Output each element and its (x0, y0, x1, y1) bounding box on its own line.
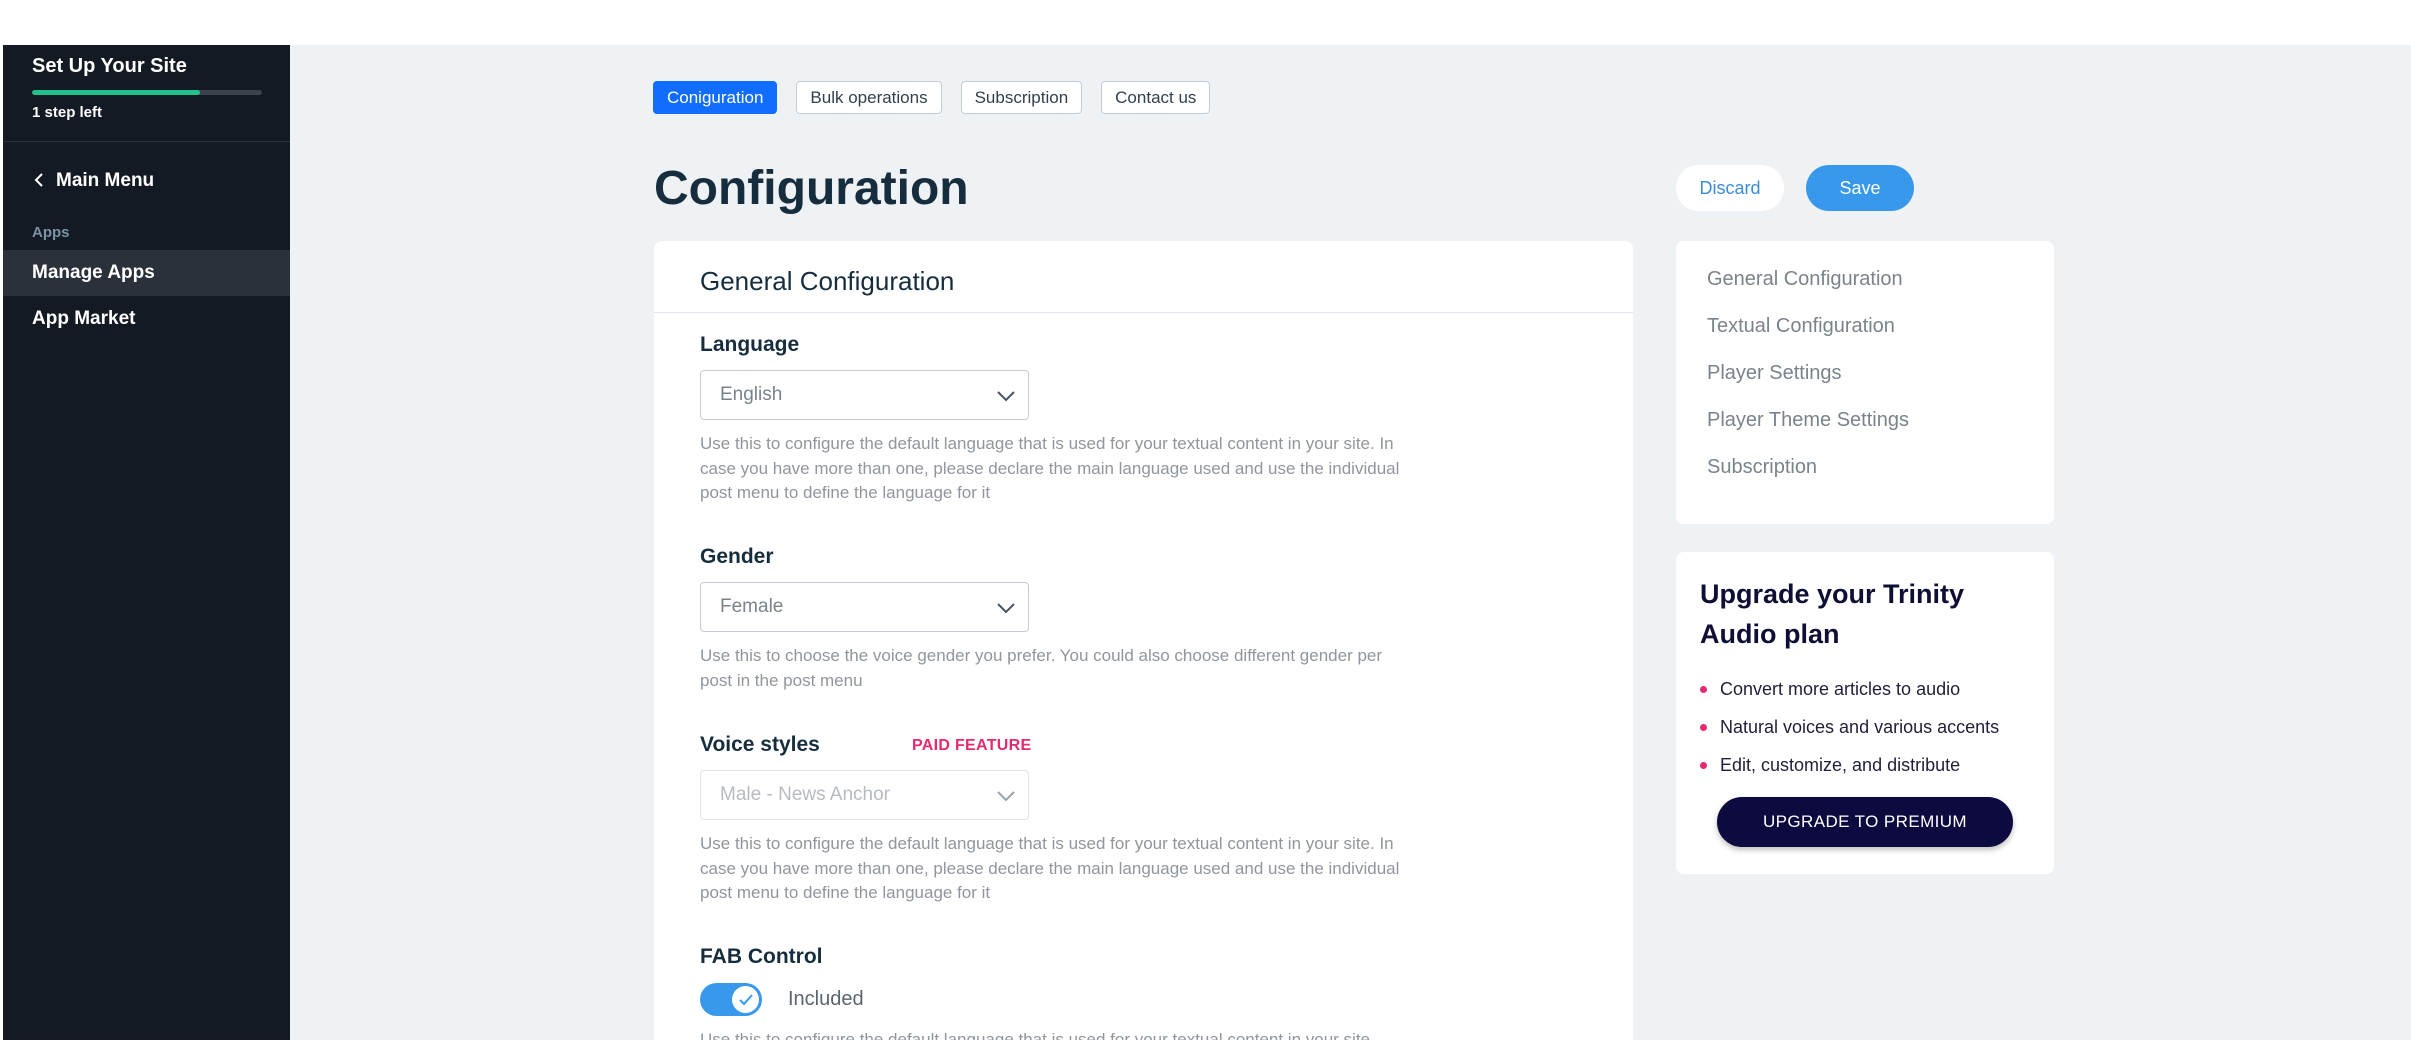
voice-styles-value: Male - News Anchor (720, 784, 891, 805)
chevron-left-icon (34, 171, 44, 192)
setup-progress-bar (32, 90, 262, 95)
gender-help: Use this to choose the voice gender you … (700, 646, 1383, 690)
top-bar (0, 0, 2411, 45)
bullet-icon (1700, 685, 1707, 693)
tab-contact-us[interactable]: Contact us (1101, 81, 1211, 114)
promo-bullet-text: Edit, customize, and distribute (1720, 754, 1961, 775)
chevron-down-icon (997, 791, 1015, 802)
discard-button[interactable]: Discard (1676, 165, 1784, 211)
tab-configuration[interactable]: Coniguration (653, 81, 778, 114)
language-help: Use this to configure the default langua… (700, 434, 1400, 502)
promo-bullet-item: Edit, customize, and distribute (1700, 746, 2054, 784)
section-link-general-configuration[interactable]: General Configuration (1707, 268, 2054, 315)
setup-progress-fill (32, 90, 200, 95)
setup-title: Set Up Your Site (32, 55, 187, 77)
fab-toggle[interactable] (700, 983, 762, 1016)
section-nav: General Configuration Textual Configurat… (1676, 241, 2054, 524)
gender-value: Female (720, 596, 784, 617)
toggle-knob (732, 986, 759, 1013)
steps-left-text: 1 step left (32, 104, 103, 121)
promo-bullet-text: Convert more articles to audio (1720, 678, 1961, 699)
voice-styles-label: Voice styles (700, 733, 820, 756)
fab-help: Use this to configure the default langua… (700, 1030, 1375, 1040)
fab-control-field: FAB Control Included Use this to configu… (700, 945, 1400, 1040)
bullet-icon (1700, 761, 1707, 769)
sidebar: Set Up Your Site 1 step left Main Menu A… (3, 45, 290, 1040)
voice-styles-select[interactable]: Male - News Anchor (700, 770, 1029, 820)
main-menu-label: Main Menu (56, 170, 155, 191)
section-link-subscription[interactable]: Subscription (1707, 456, 2054, 503)
fab-toggle-row: Included (700, 983, 1400, 1016)
upgrade-promo-card: Upgrade your Trinity Audio plan Convert … (1676, 552, 2054, 874)
check-icon (738, 993, 753, 1005)
main-menu-link[interactable]: Main Menu (3, 158, 290, 204)
gender-field: Gender Female Use this to choose the voi… (700, 545, 1400, 693)
voice-styles-help: Use this to configure the default langua… (700, 834, 1400, 902)
tab-bulk-operations[interactable]: Bulk operations (796, 81, 942, 114)
sidebar-item-manage-apps[interactable]: Manage Apps (3, 250, 290, 296)
paid-feature-badge: PAID FEATURE (912, 737, 1032, 754)
bullet-icon (1700, 723, 1707, 731)
gender-label: Gender (700, 545, 774, 568)
sidebar-item-app-market[interactable]: App Market (3, 296, 290, 342)
card-header: General Configuration (654, 241, 1633, 313)
promo-bullet-text: Natural voices and various accents (1720, 716, 2000, 737)
language-select[interactable]: English (700, 370, 1029, 420)
fab-toggle-label: Included (788, 988, 864, 1010)
setup-panel[interactable]: Set Up Your Site 1 step left (3, 45, 290, 142)
chevron-down-icon (997, 391, 1015, 402)
language-label: Language (700, 333, 800, 356)
upgrade-to-premium-button[interactable]: UPGRADE TO PREMIUM (1717, 797, 2013, 847)
promo-list: Convert more articles to audio Natural v… (1700, 670, 2054, 784)
section-link-player-settings[interactable]: Player Settings (1707, 362, 2054, 409)
tab-bar: Coniguration Bulk operations Subscriptio… (653, 81, 1211, 114)
fab-control-label: FAB Control (700, 945, 823, 968)
section-link-player-theme-settings[interactable]: Player Theme Settings (1707, 409, 2054, 456)
section-link-textual-configuration[interactable]: Textual Configuration (1707, 315, 2054, 362)
tab-subscription[interactable]: Subscription (960, 81, 1083, 114)
voice-styles-field: Voice styles PAID FEATURE Male - News An… (700, 733, 1400, 906)
promo-bullet-item: Convert more articles to audio (1700, 670, 2054, 708)
language-value: English (720, 384, 783, 405)
promo-bullet-item: Natural voices and various accents (1700, 708, 2054, 746)
promo-title: Upgrade your Trinity Audio plan (1700, 579, 1965, 649)
save-button[interactable]: Save (1806, 165, 1914, 211)
chevron-down-icon (997, 603, 1015, 614)
section-label-apps: Apps (32, 224, 70, 241)
main-content: Coniguration Bulk operations Subscriptio… (290, 45, 2411, 1040)
page-title: Configuration (654, 162, 969, 215)
gender-select[interactable]: Female (700, 582, 1029, 632)
language-field: Language English Use this to configure t… (700, 333, 1400, 506)
general-configuration-card: General Configuration Language English U… (654, 241, 1633, 1040)
